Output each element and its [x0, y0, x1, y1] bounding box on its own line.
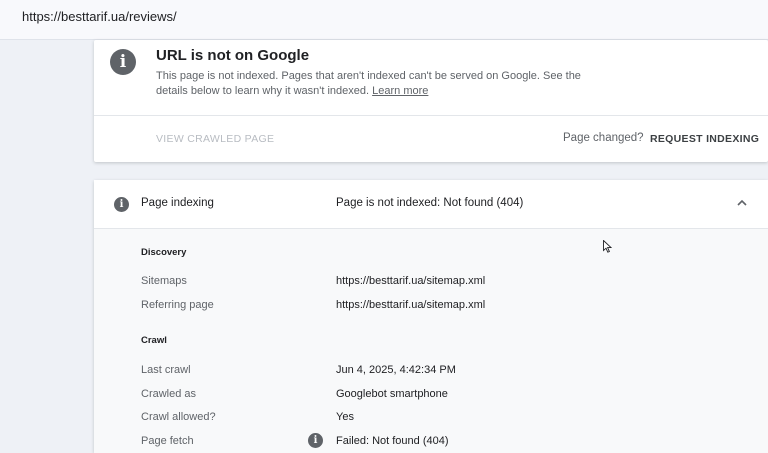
learn-more-link[interactable]: Learn more [372, 85, 428, 97]
crawled-as-label: Crawled as [141, 388, 197, 400]
sitemaps-value: https://besttarif.ua/sitemap.xml [336, 275, 486, 287]
crawled-as-value: Googlebot smartphone [336, 388, 448, 400]
status-title: URL is not on Google [156, 47, 310, 64]
page-fetch-value: Failed: Not found (404) [336, 435, 449, 447]
page-indexing-card: i Page indexing Page is not indexed: Not… [94, 180, 768, 453]
info-icon: i [110, 49, 136, 75]
divider [94, 115, 768, 116]
page-changed-text: Page changed? [563, 132, 644, 144]
inspected-url: https://besttarif.ua/reviews/ [22, 9, 177, 24]
page-indexing-details: Discovery Sitemaps https://besttarif.ua/… [94, 229, 768, 453]
info-icon: i [114, 197, 129, 212]
crawl-allowed-label: Crawl allowed? [141, 411, 216, 423]
crawl-allowed-value: Yes [336, 411, 354, 423]
page-fetch-label: Page fetch [141, 435, 194, 447]
request-indexing-button[interactable]: REQUEST INDEXING [650, 133, 759, 145]
crawl-heading: Crawl [141, 335, 167, 346]
referring-page-value: https://besttarif.ua/sitemap.xml [336, 299, 486, 311]
inspected-url-bar[interactable]: https://besttarif.ua/reviews/ [0, 0, 768, 40]
referring-page-label: Referring page [141, 299, 214, 311]
mouse-pointer-icon [603, 240, 612, 253]
status-description: This page is not indexed. Pages that are… [156, 69, 596, 99]
left-rail [0, 40, 20, 453]
last-crawl-value: Jun 4, 2025, 4:42:34 PM [336, 364, 456, 376]
info-icon[interactable]: i [308, 433, 323, 448]
last-crawl-label: Last crawl [141, 364, 191, 376]
view-crawled-page-button[interactable]: VIEW CRAWLED PAGE [156, 133, 274, 145]
chevron-up-icon[interactable] [736, 197, 748, 209]
sitemaps-label: Sitemaps [141, 275, 187, 287]
discovery-heading: Discovery [141, 247, 187, 258]
index-status-card: i URL is not on Google This page is not … [94, 40, 768, 162]
page-indexing-status: Page is not indexed: Not found (404) [336, 197, 524, 209]
status-description-text: This page is not indexed. Pages that are… [156, 70, 581, 97]
page-indexing-header[interactable]: i Page indexing Page is not indexed: Not… [94, 180, 768, 229]
page-indexing-label: Page indexing [141, 197, 214, 209]
